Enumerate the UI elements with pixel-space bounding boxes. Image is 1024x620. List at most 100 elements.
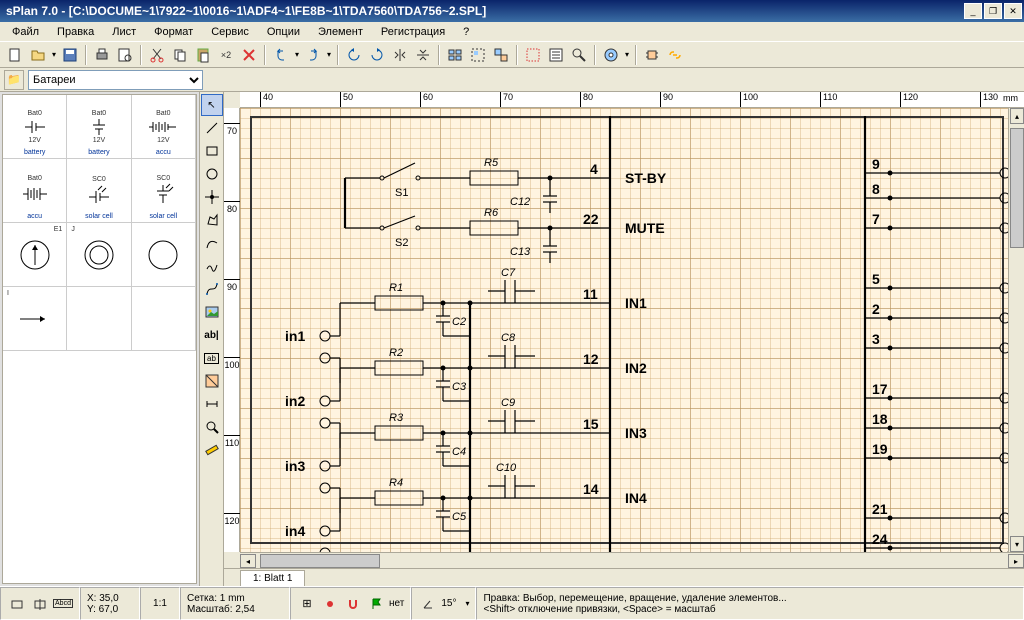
status-zoom2-icon[interactable] xyxy=(30,594,50,614)
status-zoom-icon[interactable] xyxy=(7,594,27,614)
sheet-tabs: 1: Blatt 1 xyxy=(224,568,1024,586)
align-button[interactable] xyxy=(444,44,466,66)
circle-tool[interactable] xyxy=(201,163,223,185)
scroll-up-arrow[interactable]: ▴ xyxy=(1010,108,1024,124)
lib-item-accu-2[interactable]: Bat0 accu xyxy=(3,159,67,223)
lib-item-sc0-2[interactable]: SC0 solar cell xyxy=(132,159,196,223)
bezier-tool[interactable] xyxy=(201,278,223,300)
undo-button[interactable] xyxy=(270,44,292,66)
delete-button[interactable] xyxy=(238,44,260,66)
curve-tool[interactable] xyxy=(201,232,223,254)
menu-options[interactable]: Опции xyxy=(259,24,308,40)
horizontal-scrollbar[interactable]: ◂ ▸ xyxy=(240,552,1024,568)
window-title: sPlan 7.0 - [C:\DOCUME~1\7922~1\0016~1\A… xyxy=(2,4,962,18)
menu-file[interactable]: Файл xyxy=(4,24,47,40)
scroll-thumb-v[interactable] xyxy=(1010,128,1024,248)
rotate-right-button[interactable] xyxy=(366,44,388,66)
component-list-button[interactable] xyxy=(522,44,544,66)
scroll-thumb-h[interactable] xyxy=(260,554,380,568)
fill-tool[interactable] xyxy=(201,370,223,392)
menu-element[interactable]: Элемент xyxy=(310,24,371,40)
svg-text:IN1: IN1 xyxy=(625,295,647,311)
group-button[interactable] xyxy=(467,44,489,66)
main-toolbar: ▾ ×2 ▾ ▾ ▾ xyxy=(0,42,1024,68)
lib-open-button[interactable]: 📁 xyxy=(4,70,24,90)
tab-sheet1[interactable]: 1: Blatt 1 xyxy=(240,570,305,586)
print-button[interactable] xyxy=(91,44,113,66)
drawing-canvas[interactable]: TDA7560 OUT1 OUT2 OUT3 JT14 xyxy=(240,108,1008,552)
close-button[interactable]: ✕ xyxy=(1004,3,1022,19)
lib-item-e1[interactable]: E1 xyxy=(3,223,67,287)
open-button[interactable] xyxy=(27,44,49,66)
link-button[interactable] xyxy=(664,44,686,66)
select-tool[interactable]: ↖ xyxy=(201,94,223,116)
duplicate-button[interactable]: ×2 xyxy=(215,44,237,66)
svg-text:19: 19 xyxy=(872,441,888,457)
lib-item-bat0-2[interactable]: Bat0 12V battery xyxy=(67,95,131,159)
mirror-v-button[interactable] xyxy=(412,44,434,66)
disk-dropdown[interactable]: ▾ xyxy=(623,50,631,59)
undo-dropdown[interactable]: ▾ xyxy=(293,50,301,59)
open-dropdown[interactable]: ▾ xyxy=(50,50,58,59)
image-tool[interactable] xyxy=(201,301,223,323)
minimize-button[interactable]: _ xyxy=(964,3,982,19)
vertical-scrollbar[interactable]: ▴ ▾ xyxy=(1008,108,1024,552)
cut-button[interactable] xyxy=(146,44,168,66)
svg-text:9: 9 xyxy=(872,156,880,172)
lib-item-blank2[interactable] xyxy=(67,287,131,351)
magnet-icon[interactable] xyxy=(343,594,363,614)
status-abcd-icon[interactable]: Abcd xyxy=(53,594,73,614)
new-button[interactable] xyxy=(4,44,26,66)
scroll-left-arrow[interactable]: ◂ xyxy=(240,554,256,568)
paste-button[interactable] xyxy=(192,44,214,66)
menu-edit[interactable]: Правка xyxy=(49,24,102,40)
battery-icon xyxy=(84,117,114,137)
maximize-button[interactable]: ❐ xyxy=(984,3,1002,19)
mirror-h-button[interactable] xyxy=(389,44,411,66)
lib-item-sc0-1[interactable]: SC0 solar cell xyxy=(67,159,131,223)
line-tool[interactable] xyxy=(201,117,223,139)
redo-button[interactable] xyxy=(302,44,324,66)
svg-text:C5: C5 xyxy=(452,511,467,523)
grid-label: Сетка: 1 mm xyxy=(187,593,283,604)
disk-button[interactable] xyxy=(600,44,622,66)
svg-text:R3: R3 xyxy=(389,412,404,424)
chip-button[interactable] xyxy=(641,44,663,66)
menu-sheet[interactable]: Лист xyxy=(104,24,144,40)
scroll-down-arrow[interactable]: ▾ xyxy=(1010,536,1024,552)
list-button[interactable] xyxy=(545,44,567,66)
lib-item-i[interactable]: I xyxy=(3,287,67,351)
lib-item-blank3[interactable] xyxy=(132,287,196,351)
library-category-select[interactable]: Батареи xyxy=(28,70,203,90)
draw-tool-palette: ↖ ab| ab xyxy=(200,92,224,586)
node-tool[interactable] xyxy=(201,186,223,208)
find-button[interactable] xyxy=(568,44,590,66)
lib-item-j[interactable]: J xyxy=(67,223,131,287)
rotate-left-button[interactable] xyxy=(343,44,365,66)
ungroup-button[interactable] xyxy=(490,44,512,66)
rect-tool[interactable] xyxy=(201,140,223,162)
copy-button[interactable] xyxy=(169,44,191,66)
text-tool[interactable]: ab| xyxy=(201,324,223,346)
lib-item-bat0-1[interactable]: Bat0 12V battery xyxy=(3,95,67,159)
lib-item-accu-1[interactable]: Bat0 12V accu xyxy=(132,95,196,159)
menu-service[interactable]: Сервис xyxy=(203,24,257,40)
freehand-tool[interactable] xyxy=(201,255,223,277)
measure-tool[interactable] xyxy=(201,439,223,461)
redo-dropdown[interactable]: ▾ xyxy=(325,50,333,59)
angle-icon[interactable] xyxy=(418,594,438,614)
menu-help[interactable]: ? xyxy=(455,24,477,40)
menu-format[interactable]: Формат xyxy=(146,24,201,40)
scroll-right-arrow[interactable]: ▸ xyxy=(1008,554,1024,568)
zoom-tool[interactable] xyxy=(201,416,223,438)
snap-icon[interactable] xyxy=(320,594,340,614)
save-button[interactable] xyxy=(59,44,81,66)
dimension-tool[interactable] xyxy=(201,393,223,415)
lib-item-blank1[interactable] xyxy=(132,223,196,287)
preview-button[interactable] xyxy=(114,44,136,66)
polygon-tool[interactable] xyxy=(201,209,223,231)
flag-icon[interactable] xyxy=(366,594,386,614)
grid-icon[interactable]: ⊞ xyxy=(297,594,317,614)
menu-register[interactable]: Регистрация xyxy=(373,24,453,40)
textbox-tool[interactable]: ab xyxy=(201,347,223,369)
